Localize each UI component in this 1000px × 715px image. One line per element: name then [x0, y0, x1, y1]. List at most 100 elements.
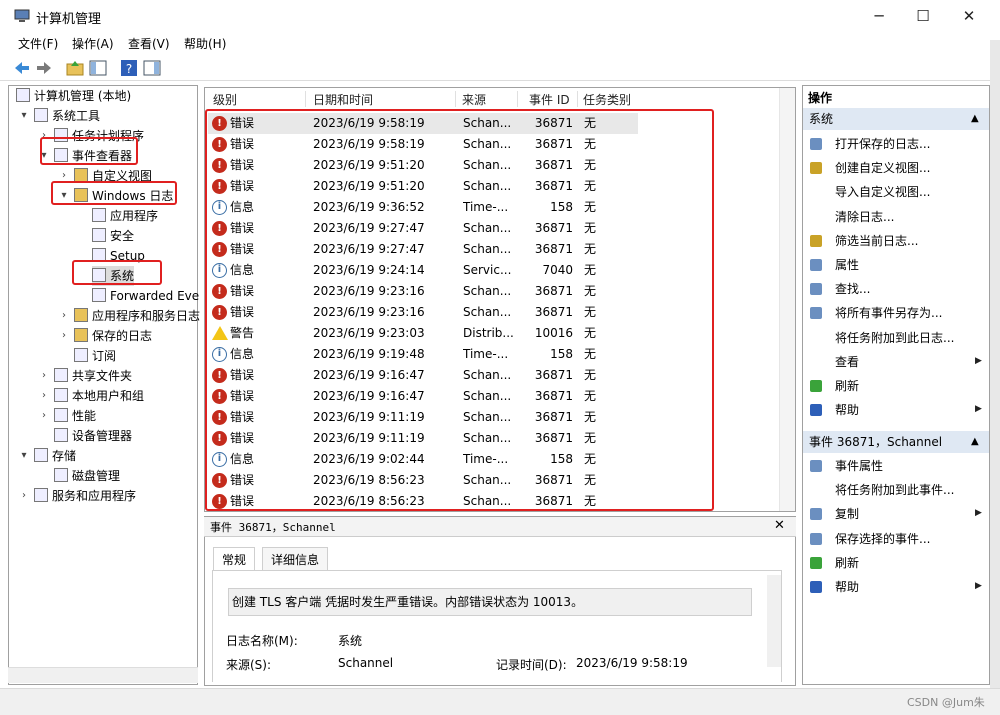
source-value: Schannel	[338, 656, 394, 670]
detail-title-bar: 事件 36871，Schannel ✕	[204, 517, 796, 537]
actions-title: 操作	[808, 91, 833, 105]
properties-icon	[808, 458, 824, 474]
action-import-custom-view[interactable]: 导入自定义视图...	[835, 182, 930, 202]
close-button[interactable]: ✕	[946, 0, 992, 32]
menu-help[interactable]: 帮助(H)	[184, 35, 226, 52]
column-separator	[577, 91, 578, 107]
save-icon	[808, 531, 824, 547]
detail-vertical-scrollbar[interactable]	[767, 575, 781, 667]
tree-performance[interactable]: › 性能	[42, 406, 96, 426]
column-header-event-id[interactable]: 事件 ID	[529, 91, 570, 109]
tree-disk-management[interactable]: 磁盘管理	[54, 466, 120, 486]
collapse-up-icon[interactable]: ▲	[971, 431, 979, 453]
column-separator	[305, 91, 306, 107]
tree-system-tools[interactable]: ▾ 系统工具	[21, 106, 100, 126]
tree-shared-folders[interactable]: › 共享文件夹	[42, 366, 132, 386]
maximize-button[interactable]: ☐	[900, 0, 946, 32]
tree-local-users[interactable]: › 本地用户和组	[42, 386, 144, 406]
tree-log-security[interactable]: 安全	[92, 226, 134, 246]
collapsed-chevron-icon[interactable]: ›	[58, 326, 70, 346]
action-save-selected-events[interactable]: 保存选择的事件...	[835, 529, 930, 549]
properties-icon	[808, 257, 824, 273]
column-separator	[517, 91, 518, 107]
column-header-level[interactable]: 级别	[213, 91, 237, 109]
action-attach-task-log[interactable]: 将任务附加到此日志...	[835, 328, 954, 348]
action-find[interactable]: 查找...	[835, 279, 870, 299]
tree-services-apps[interactable]: › 服务和应用程序	[22, 486, 136, 506]
action-help[interactable]: 帮助	[835, 400, 859, 420]
actions-section-system[interactable]: 系统 ▲	[803, 108, 989, 130]
tree-app-service-logs[interactable]: › 应用程序和服务日志	[62, 306, 200, 326]
computer-management-icon	[14, 8, 30, 24]
tree-root[interactable]: 计算机管理 (本地)	[16, 86, 131, 106]
action-view[interactable]: 查看	[835, 352, 859, 372]
performance-icon	[54, 408, 68, 422]
minimize-button[interactable]: ─	[856, 0, 902, 32]
detail-title: 事件 36871，Schannel	[210, 521, 336, 534]
collapsed-chevron-icon[interactable]: ›	[38, 366, 50, 386]
help-icon[interactable]: ?	[119, 58, 139, 78]
folder-icon	[74, 168, 88, 182]
log-icon	[92, 288, 106, 302]
tab-general[interactable]: 常规	[213, 547, 256, 571]
tree-storage[interactable]: ▾ 存储	[21, 446, 76, 466]
action-attach-task-event[interactable]: 将任务附加到此事件...	[835, 480, 954, 500]
back-arrow-icon[interactable]	[12, 58, 32, 78]
collapsed-chevron-icon[interactable]: ›	[38, 406, 50, 426]
log-icon	[92, 228, 106, 242]
subscription-icon	[74, 348, 88, 362]
expanded-chevron-icon[interactable]: ▾	[18, 106, 30, 126]
actions-section-event[interactable]: 事件 36871，Schannel ▲	[803, 431, 989, 453]
expanded-chevron-icon[interactable]: ▾	[18, 446, 30, 466]
logged-label: 记录时间(D):	[496, 658, 567, 672]
collapsed-chevron-icon[interactable]: ›	[38, 386, 50, 406]
tree-saved-logs[interactable]: › 保存的日志	[62, 326, 152, 346]
svg-text:?: ?	[126, 62, 132, 76]
collapse-up-icon[interactable]: ▲	[971, 108, 979, 130]
submenu-arrow-icon[interactable]: ▶	[975, 404, 982, 414]
action-create-custom-view[interactable]: 创建自定义视图...	[835, 158, 930, 178]
list-vertical-scrollbar[interactable]	[779, 88, 795, 511]
status-bar	[0, 688, 1000, 715]
action-open-saved-log[interactable]: 打开保存的日志...	[835, 134, 930, 154]
menu-action[interactable]: 操作(A)	[72, 35, 114, 52]
action-properties[interactable]: 属性	[835, 255, 859, 275]
tab-details[interactable]: 详细信息	[262, 547, 329, 571]
column-header-task-category[interactable]: 任务类别	[583, 91, 631, 109]
tree-log-forwarded[interactable]: Forwarded Eve	[92, 286, 199, 306]
forward-arrow-icon[interactable]	[34, 58, 54, 78]
submenu-arrow-icon[interactable]: ▶	[975, 508, 982, 518]
menu-file[interactable]: 文件(F)	[18, 35, 58, 52]
highlight-event-list	[205, 109, 714, 511]
collapsed-chevron-icon[interactable]: ›	[18, 486, 30, 506]
submenu-arrow-icon[interactable]: ▶	[975, 581, 982, 591]
show-action-pane-icon[interactable]	[142, 58, 162, 78]
action-save-all-events[interactable]: 将所有事件另存为...	[835, 303, 942, 323]
up-folder-icon[interactable]	[65, 58, 85, 78]
submenu-arrow-icon[interactable]: ▶	[975, 356, 982, 366]
tree-device-manager[interactable]: 设备管理器	[54, 426, 132, 446]
disk-icon	[54, 468, 68, 482]
tree-log-application[interactable]: 应用程序	[92, 206, 158, 226]
action-refresh[interactable]: 刷新	[835, 376, 859, 396]
action-help-event[interactable]: 帮助	[835, 577, 859, 597]
action-clear-log[interactable]: 清除日志...	[835, 207, 894, 227]
action-event-properties[interactable]: 事件属性	[835, 456, 883, 476]
storage-icon	[34, 448, 48, 462]
device-manager-icon	[54, 428, 68, 442]
open-folder-icon	[808, 136, 824, 152]
tools-icon	[34, 108, 48, 122]
tree-horizontal-scrollbar[interactable]	[8, 667, 198, 683]
tree-subscriptions[interactable]: 订阅	[74, 346, 116, 366]
action-refresh-event[interactable]: 刷新	[835, 553, 859, 573]
close-detail-icon[interactable]: ✕	[774, 518, 785, 533]
menu-view[interactable]: 查看(V)	[128, 35, 170, 52]
action-copy[interactable]: 复制	[835, 504, 859, 524]
column-header-datetime[interactable]: 日期和时间	[313, 91, 373, 109]
action-filter-current-log[interactable]: 筛选当前日志...	[835, 231, 918, 251]
copy-icon	[808, 506, 824, 522]
shared-folder-icon	[54, 368, 68, 382]
collapsed-chevron-icon[interactable]: ›	[58, 306, 70, 326]
show-hide-tree-icon[interactable]	[88, 58, 108, 78]
column-header-source[interactable]: 来源	[462, 91, 486, 109]
